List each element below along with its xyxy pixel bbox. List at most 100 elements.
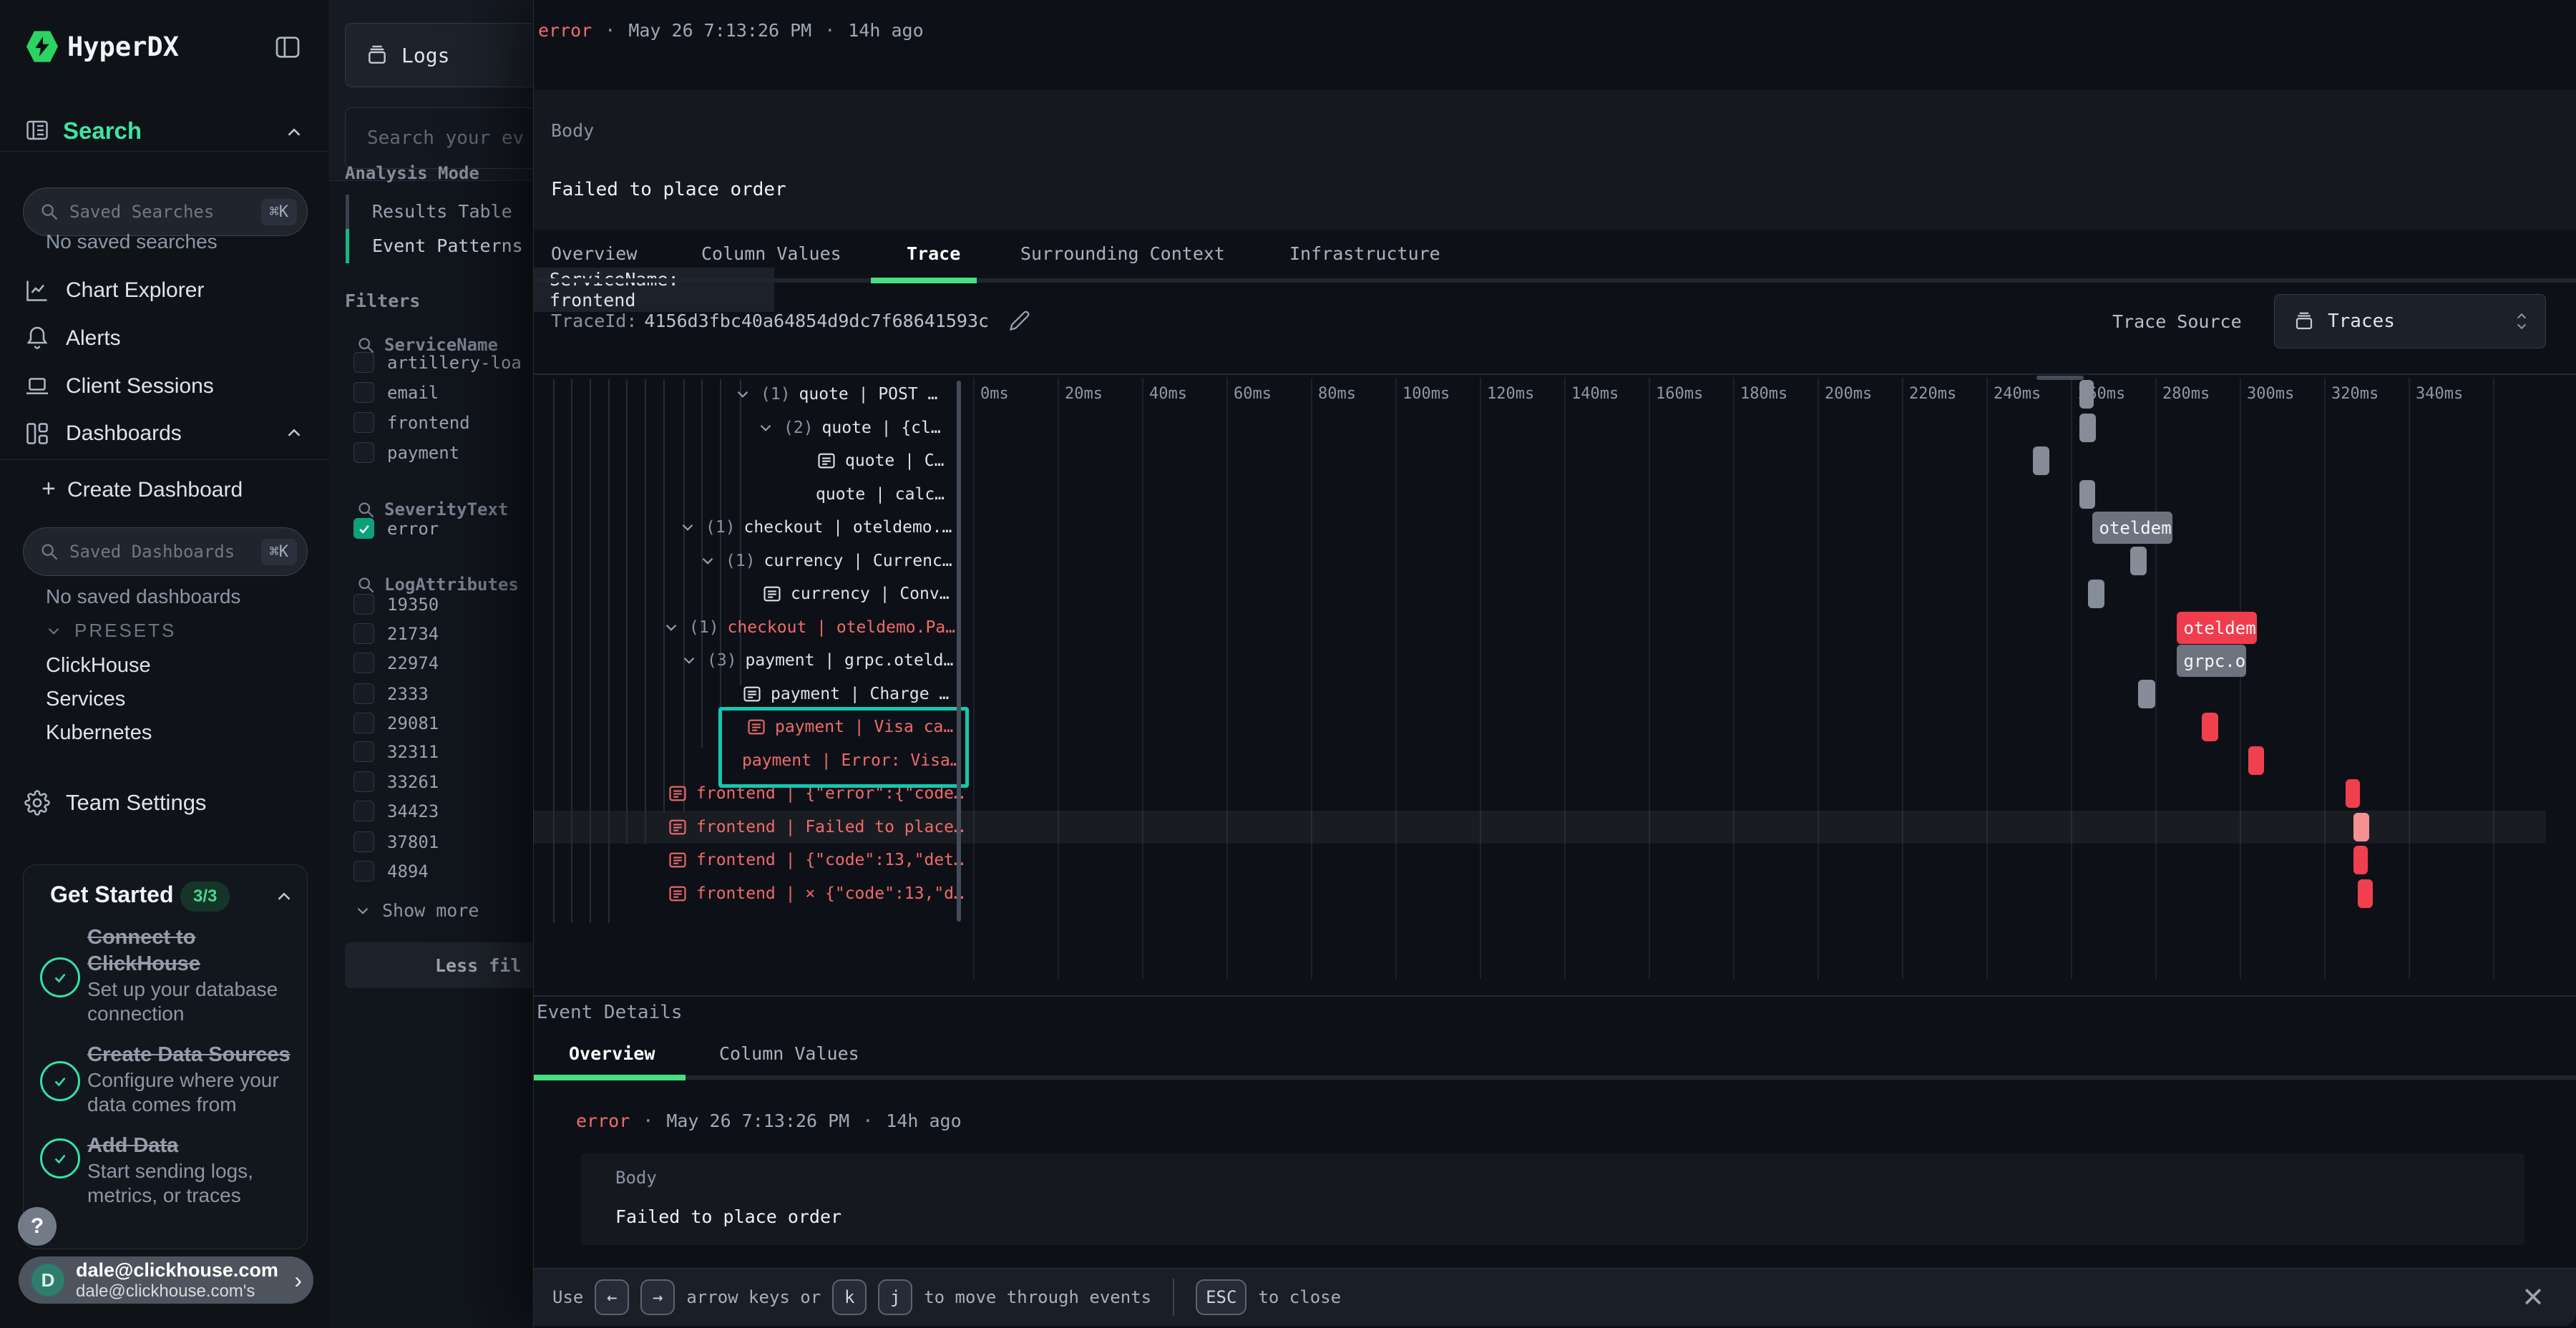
chevron-down-icon[interactable] <box>756 419 775 437</box>
checkbox[interactable] <box>353 831 374 852</box>
tree-vertical-scrollbar[interactable] <box>957 381 961 922</box>
span-duration-bar[interactable] <box>2358 879 2373 908</box>
filter-option-34423[interactable]: 34423 <box>353 801 439 821</box>
show-more-button[interactable]: Show more <box>353 900 479 921</box>
search-collapse-chevron-icon[interactable] <box>283 122 305 143</box>
trace-span-row[interactable]: (3)payment | grpc.oteld… <box>680 644 953 678</box>
sidebar-item-team-settings[interactable]: Team Settings <box>24 790 206 816</box>
span-duration-bar[interactable] <box>2033 446 2050 475</box>
trace-span-row[interactable]: frontend | Failed to place… <box>668 811 964 844</box>
filter-option-21734[interactable]: 21734 <box>353 623 439 644</box>
trace-span-row[interactable]: (1)checkout | oteldemo.Pa… <box>662 611 955 645</box>
analysis-mode-results-table[interactable]: Results Table <box>372 201 512 222</box>
trace-span-row[interactable]: (1)quote | POST … <box>733 378 937 411</box>
chevron-down-icon[interactable] <box>680 651 698 670</box>
sidebar-item-chart-explorer[interactable]: Chart Explorer <box>24 278 204 303</box>
filter-option-email[interactable]: email <box>353 382 439 403</box>
service-chip[interactable]: ServiceName: frontend <box>534 268 774 312</box>
span-duration-bar[interactable] <box>2088 580 2105 608</box>
filter-option-artillery-loa[interactable]: artillery-loa <box>353 352 522 373</box>
checkbox[interactable] <box>353 352 374 373</box>
span-duration-chip[interactable]: oteldem <box>2092 512 2172 544</box>
event-search-input[interactable]: Search your ev <box>345 107 561 169</box>
close-panel-button[interactable]: ✕ <box>2522 1281 2545 1314</box>
span-duration-chip[interactable]: grpc.o <box>2177 645 2246 677</box>
trace-span-row[interactable]: quote | C… <box>816 444 944 478</box>
saved-dashboards-input[interactable]: Saved Dashboards ⌘K <box>23 527 308 576</box>
create-dashboard-button[interactable]: Create Dashboard <box>67 478 243 502</box>
checkbox[interactable] <box>353 683 374 704</box>
trace-source-select[interactable]: Traces <box>2274 294 2546 348</box>
filter-option-32311[interactable]: 32311 <box>353 741 439 762</box>
trace-span-row[interactable]: (1)currency | Currenc… <box>698 545 952 578</box>
checkbox[interactable] <box>353 801 374 821</box>
sidebar-item-search[interactable]: Search <box>63 117 142 145</box>
get-started-item-title[interactable]: Create Data Sources <box>87 1042 302 1068</box>
chevron-down-icon[interactable] <box>698 552 717 570</box>
filter-option-19350[interactable]: 19350 <box>353 594 439 615</box>
trace-span-row[interactable]: frontend | × {"code":13,"d… <box>668 877 964 911</box>
checkbox[interactable] <box>353 713 374 733</box>
tab-overview[interactable]: Overview <box>551 243 637 264</box>
filter-option-error[interactable]: error <box>353 518 439 539</box>
span-duration-bar[interactable] <box>2353 813 2368 841</box>
tab-column-values[interactable]: Column Values <box>701 243 841 264</box>
edit-pencil-icon[interactable] <box>1009 310 1030 331</box>
filter-option-payment[interactable]: payment <box>353 442 459 463</box>
trace-span-row[interactable]: (1)checkout | oteldemo.… <box>678 511 952 545</box>
checkbox[interactable] <box>353 594 374 615</box>
preset-item-kubernetes[interactable]: Kubernetes <box>46 721 152 745</box>
checkbox[interactable] <box>353 861 374 882</box>
checkbox[interactable] <box>353 382 374 403</box>
span-duration-bar[interactable] <box>2079 480 2095 509</box>
span-duration-bar[interactable] <box>2138 680 2155 708</box>
tab-infrastructure[interactable]: Infrastructure <box>1289 243 1440 264</box>
get-started-item-title[interactable]: Add Data <box>87 1133 302 1159</box>
span-duration-bar[interactable] <box>2130 547 2147 575</box>
span-duration-bar[interactable] <box>2248 746 2264 775</box>
span-duration-bar[interactable] <box>2079 380 2094 409</box>
chevron-down-icon[interactable] <box>678 518 697 537</box>
sidebar-item-alerts[interactable]: Alerts <box>24 326 121 351</box>
tab-surrounding-context[interactable]: Surrounding Context <box>1020 243 1225 264</box>
sidebar-item-dashboards[interactable]: Dashboards <box>24 421 182 446</box>
user-menu[interactable]: D dale@clickhouse.com dale@clickhouse.co… <box>19 1256 313 1304</box>
filter-option-frontend[interactable]: frontend <box>353 412 470 433</box>
presets-header[interactable]: PRESETS <box>44 620 176 642</box>
ed-tab-column-values[interactable]: Column Values <box>719 1043 859 1064</box>
checkbox[interactable] <box>353 623 374 644</box>
timeline-horizontal-scrollbar[interactable] <box>2036 376 2084 380</box>
filter-option-33261[interactable]: 33261 <box>353 771 439 792</box>
span-duration-bar[interactable] <box>2353 846 2368 874</box>
less-filters-button[interactable]: Less fil <box>345 942 560 988</box>
trace-span-row[interactable]: (2)quote | {cl… <box>756 411 941 445</box>
saved-searches-input[interactable]: Saved Searches ⌘K <box>23 187 308 236</box>
search-icon[interactable] <box>356 500 376 519</box>
preset-item-clickhouse[interactable]: ClickHouse <box>46 654 151 678</box>
checkbox[interactable] <box>353 653 374 673</box>
chevron-down-icon[interactable] <box>733 385 752 404</box>
checkbox[interactable] <box>353 771 374 792</box>
collapse-sidebar-icon[interactable] <box>273 33 302 62</box>
checkbox[interactable] <box>353 412 374 433</box>
chevron-down-icon[interactable] <box>662 618 680 637</box>
sidebar-item-client-sessions[interactable]: Client Sessions <box>24 374 214 399</box>
get-started-item-title[interactable]: Connect to ClickHouse <box>87 924 302 977</box>
preset-item-services[interactable]: Services <box>46 688 125 711</box>
span-duration-bar[interactable] <box>2202 713 2219 741</box>
analysis-mode-event-patterns[interactable]: Event Patterns <box>372 235 523 256</box>
ed-tab-overview[interactable]: Overview <box>569 1043 655 1064</box>
get-started-collapse-chevron-icon[interactable] <box>273 886 295 907</box>
span-duration-bar[interactable] <box>2346 779 2360 808</box>
checkbox[interactable] <box>353 741 374 762</box>
filter-option-22974[interactable]: 22974 <box>353 653 439 673</box>
filter-option-37801[interactable]: 37801 <box>353 831 439 852</box>
help-button[interactable]: ? <box>18 1207 57 1246</box>
dashboards-collapse-chevron-icon[interactable] <box>283 422 305 444</box>
trace-span-row[interactable]: frontend | {"code":13,"det… <box>668 844 964 877</box>
filter-option-4894[interactable]: 4894 <box>353 861 429 882</box>
trace-span-row[interactable]: currency | Conv… <box>762 577 950 611</box>
tab-trace[interactable]: Trace <box>907 243 960 264</box>
span-duration-bar[interactable] <box>2079 414 2097 442</box>
span-duration-chip[interactable]: oteldem <box>2177 612 2257 644</box>
